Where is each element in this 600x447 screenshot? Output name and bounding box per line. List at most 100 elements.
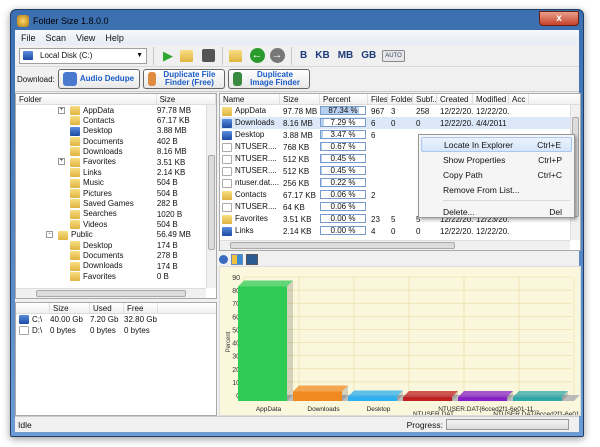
folder-up-icon[interactable] (229, 48, 245, 64)
pie-chart-icon[interactable] (219, 254, 228, 264)
file-folders: 0 (391, 226, 396, 236)
percent-text: 3.47 % (330, 129, 356, 139)
column-header[interactable]: Created (437, 94, 473, 104)
unit-b-button[interactable]: B (300, 50, 307, 61)
tree-item[interactable]: Links 2.14 KB (16, 167, 216, 178)
tree-item[interactable]: - Public 56.49 MB (16, 230, 216, 240)
column-header[interactable]: Size (280, 94, 320, 104)
menu-view[interactable]: View (76, 33, 95, 43)
column-header[interactable]: Acc (509, 94, 529, 104)
column-header[interactable]: Subf... (413, 94, 437, 104)
file-size: 64 KB (283, 202, 305, 212)
column-size[interactable]: Size (50, 303, 90, 313)
file-list-hscrollbar[interactable] (220, 240, 570, 250)
drive-row[interactable]: D:\ 0 bytes 0 bytes 0 bytes (16, 325, 216, 336)
file-files: 6 (371, 118, 376, 128)
tree-item[interactable]: + Favorites 3.51 KB (16, 157, 216, 167)
x-tick-label: AppData (256, 406, 282, 413)
tree-item[interactable]: Searches 1020 B (16, 209, 216, 219)
tree-item[interactable]: Videos 504 B (16, 219, 216, 230)
chart-tabs (219, 253, 581, 265)
percent-bar: 0.06 % (320, 189, 366, 199)
drive-free: 0 bytes (124, 326, 150, 335)
column-header[interactable]: Files (368, 94, 388, 104)
tree-item[interactable]: + AppData 97.78 MB (16, 105, 216, 115)
duplicate-image-finder-button[interactable]: Duplicate Image Finder (227, 69, 310, 89)
bar (293, 391, 342, 401)
window-title: Folder Size 1.8.0.0 (33, 16, 109, 26)
play-icon[interactable]: ▶ (160, 48, 176, 64)
close-button[interactable]: x (539, 11, 579, 26)
column-header[interactable]: Name (220, 94, 280, 104)
drive-icon (23, 51, 33, 60)
percent-text: 0.45 % (330, 153, 356, 163)
folder-icon (70, 272, 80, 282)
column-folder[interactable]: Folder (16, 94, 157, 104)
file-size: 97.78 MB (283, 106, 318, 116)
unit-kb-button[interactable]: KB (315, 50, 329, 61)
folder-icon (70, 251, 80, 261)
column-free[interactable]: Free (124, 303, 158, 313)
percent-text: 0.45 % (330, 165, 356, 175)
file-row[interactable]: Downloads 8.16 MB 7.29 % 6 0 0 12/22/20...4/4/… (220, 117, 580, 129)
file-files: 2 (371, 190, 376, 200)
column-used[interactable]: Used (90, 303, 124, 313)
tree-item-name: Saved Games (83, 199, 134, 209)
folder-icon (70, 137, 80, 147)
tree-item[interactable]: Saved Games 282 B (16, 199, 216, 209)
duplicate-file-finder-button[interactable]: Duplicate File Finder (Free) (142, 69, 225, 89)
drive-row[interactable]: C:\ 40.00 Gb 7.20 Gb 32.80 Gb (16, 314, 216, 325)
tree-vscrollbar[interactable] (206, 105, 216, 288)
3d-view-icon[interactable] (246, 253, 258, 265)
tree-item[interactable]: Music 504 B (16, 178, 216, 188)
file-row[interactable]: AppData 97.78 MB 87.34 % 967 3 258 12/22/20...… (220, 105, 580, 117)
tree-item[interactable]: Desktop 174 B (16, 240, 216, 250)
collapse-icon[interactable]: - (46, 231, 53, 239)
unit-mb-button[interactable]: MB (338, 50, 354, 61)
tree-item[interactable]: Downloads 8.16 MB (16, 147, 216, 157)
tree-item[interactable]: Pictures 504 B (16, 188, 216, 199)
column-size[interactable]: Size (157, 94, 216, 104)
tree-item[interactable]: Contacts 67.17 KB (16, 115, 216, 126)
toolbar: Local Disk (C:) ▼ ▶ ← → B KB MB GB AUTO (15, 45, 579, 67)
column-header[interactable]: Percent (320, 94, 368, 104)
menu-scan[interactable]: Scan (46, 33, 67, 43)
back-icon[interactable]: ← (249, 48, 265, 64)
tree-item[interactable]: Favorites 0 B (16, 271, 216, 282)
forward-icon[interactable]: → (269, 48, 285, 64)
context-menu-item[interactable]: Show Properties Ctrl+P (421, 152, 572, 167)
unit-gb-button[interactable]: GB (361, 50, 376, 61)
tree-item[interactable]: Downloads 174 B (16, 261, 216, 271)
drive-select[interactable]: Local Disk (C:) ▼ (19, 47, 147, 64)
divider (443, 200, 570, 201)
stop-icon[interactable] (200, 48, 216, 64)
file-row[interactable]: Links 2.14 KB 0.00 % 4 0 0 12/22/20...12/22/20… (220, 225, 580, 237)
expand-icon[interactable]: + (58, 158, 65, 166)
file-size: 3.51 KB (283, 214, 312, 224)
column-header[interactable]: Folders (388, 94, 413, 104)
expand-icon[interactable]: + (58, 106, 65, 114)
tree-item[interactable]: Documents 402 B (16, 136, 216, 147)
tree-item[interactable]: Documents 278 B (16, 250, 216, 261)
audio-dedupe-button[interactable]: Audio Dedupe (57, 69, 140, 89)
context-menu-item[interactable]: Delete... Del (421, 204, 572, 219)
column-header[interactable]: Modified (473, 94, 509, 104)
context-menu-item[interactable]: Locate In Explorer Ctrl+E (421, 137, 572, 152)
tree-item[interactable]: Desktop 3.88 MB (16, 126, 216, 136)
unit-auto-button[interactable]: AUTO (382, 49, 405, 62)
tree-item-name: Favorites (83, 157, 116, 167)
menu-file[interactable]: File (21, 33, 36, 43)
context-menu-item[interactable]: Copy Path Ctrl+C (421, 167, 572, 182)
bar (238, 286, 287, 401)
folder-icon (70, 189, 80, 199)
folder-icon (70, 147, 80, 157)
context-menu-item[interactable]: Remove From List... (421, 182, 572, 197)
menu-help[interactable]: Help (105, 33, 124, 43)
open-folder-icon[interactable] (180, 48, 196, 64)
folder-tree[interactable]: Folder Size + AppData 97.78 MB Contacts 67.17… (15, 93, 217, 299)
menu-bar: File Scan View Help (15, 30, 579, 45)
tree-hscrollbar[interactable] (16, 288, 206, 298)
file-size: 2.14 KB (283, 226, 312, 236)
bar-chart-icon[interactable] (231, 253, 243, 265)
folder-icon (70, 199, 80, 209)
